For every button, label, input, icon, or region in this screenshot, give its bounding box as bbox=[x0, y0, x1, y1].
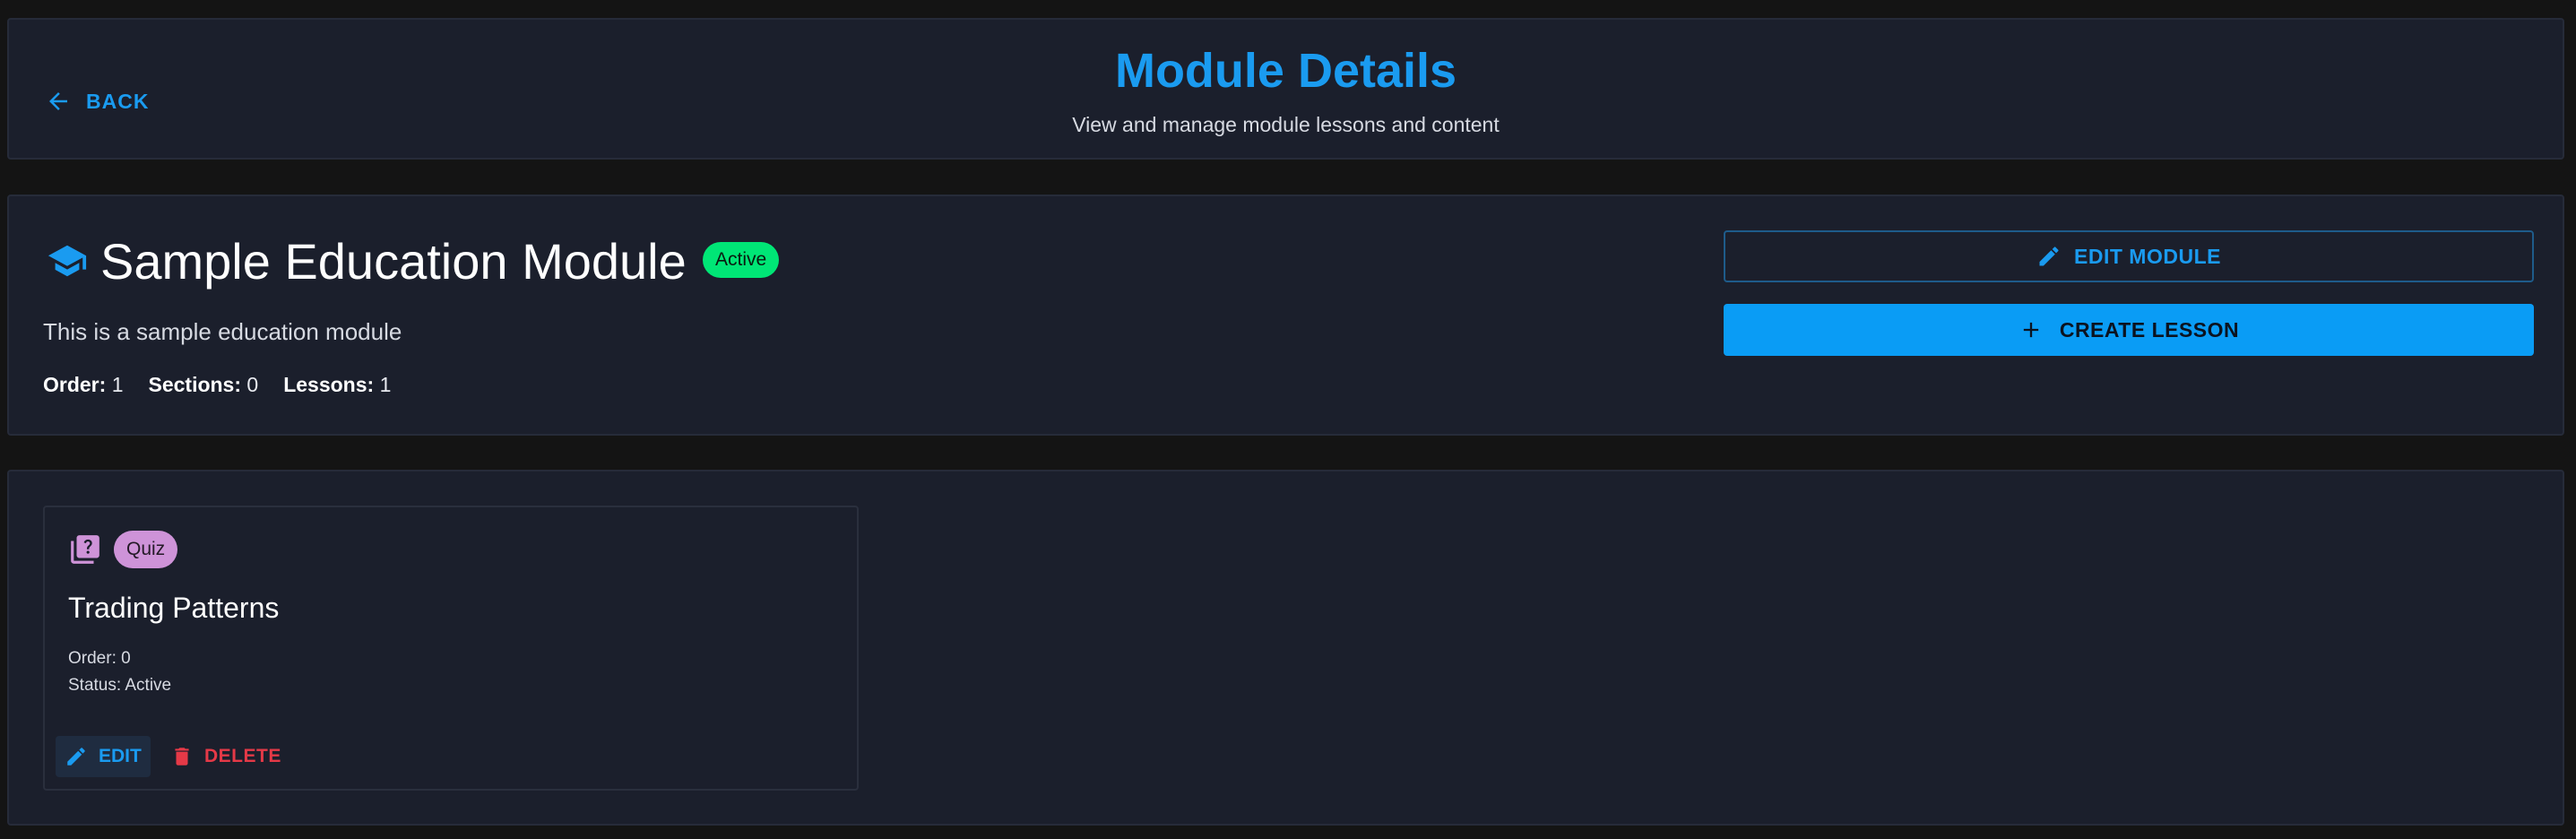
lesson-status: Status: Active bbox=[68, 676, 172, 695]
module-description: This is a sample education module bbox=[43, 318, 402, 345]
lesson-edit-button[interactable]: EDIT bbox=[56, 736, 151, 777]
module-order: Order: 1 bbox=[43, 373, 124, 396]
page-header: BACK Module Details View and manage modu… bbox=[7, 18, 2564, 160]
plus-icon bbox=[2023, 322, 2038, 338]
module-meta: Order: 1 Sections: 0 Lessons: 1 bbox=[43, 373, 391, 397]
lesson-delete-button[interactable]: DELETE bbox=[161, 736, 290, 777]
lesson-type-badge: Quiz bbox=[114, 531, 178, 568]
page-subtitle: View and manage module lessons and conte… bbox=[1072, 113, 1500, 136]
module-summary-card: Sample Education Module Active This is a… bbox=[7, 195, 2564, 436]
lessons-area: Quiz Trading Patterns Order: 0 Status: A… bbox=[7, 470, 2564, 826]
trash-icon bbox=[175, 748, 189, 765]
module-title: Sample Education Module bbox=[100, 233, 687, 290]
pencil-icon bbox=[67, 748, 85, 765]
module-lessons: Lessons: 1 bbox=[283, 373, 392, 396]
lesson-edit-label: EDIT bbox=[99, 746, 142, 766]
pencil-icon bbox=[2039, 247, 2059, 266]
module-sections: Sections: 0 bbox=[148, 373, 259, 396]
graduation-cap-icon bbox=[48, 245, 87, 277]
lesson-delete-label: DELETE bbox=[204, 746, 281, 766]
quiz-library-icon bbox=[71, 535, 99, 564]
module-status-badge: Active bbox=[703, 242, 780, 278]
page-title: Module Details bbox=[1114, 44, 1457, 98]
create-lesson-button[interactable]: CREATE LESSON bbox=[1724, 304, 2534, 356]
edit-module-button[interactable]: EDIT MODULE bbox=[1724, 230, 2534, 282]
create-lesson-label: CREATE LESSON bbox=[2059, 317, 2240, 342]
lesson-card: Quiz Trading Patterns Order: 0 Status: A… bbox=[43, 506, 859, 791]
edit-module-label: EDIT MODULE bbox=[2074, 244, 2221, 268]
lesson-title: Trading Patterns bbox=[68, 592, 280, 624]
lesson-order: Order: 0 bbox=[68, 649, 131, 668]
